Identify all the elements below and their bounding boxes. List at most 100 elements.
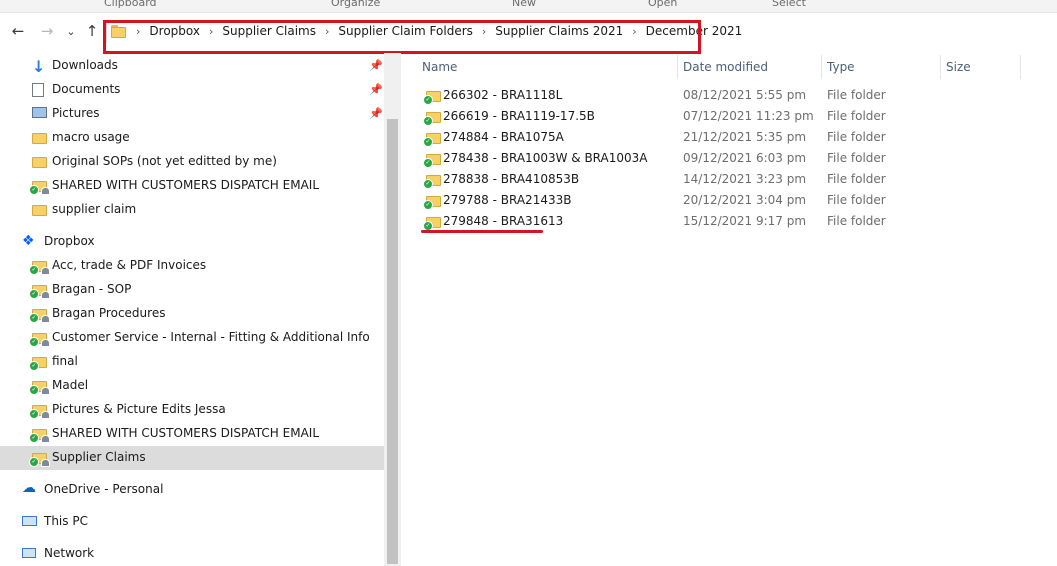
- shared-folder-icon: ✓: [29, 379, 50, 395]
- pin-icon: 📌: [369, 107, 383, 120]
- file-name: 266619 - BRA1119-17.5B: [443, 109, 595, 123]
- sidebar-item-customer-service[interactable]: ✓ Customer Service - Internal - Fitting …: [0, 326, 384, 350]
- sidebar-item-final[interactable]: ✓ final: [0, 350, 384, 374]
- chevron-down-icon: ⌄: [66, 24, 76, 38]
- recent-locations-button[interactable]: ⌄: [62, 22, 80, 40]
- table-row[interactable]: ✓ 279788 - BRA21433B 20/12/2021 3:04 pm …: [422, 190, 1042, 211]
- ribbon-open[interactable]: Open: [648, 0, 677, 9]
- file-date: 07/12/2021 11:23 pm: [683, 109, 814, 123]
- download-arrow-icon: ↓: [32, 57, 46, 76]
- documents-icon: [32, 83, 44, 100]
- forward-arrow-icon: →: [40, 22, 54, 40]
- sidebar-item-supplier-claim[interactable]: supplier claim: [0, 198, 384, 222]
- file-date: 14/12/2021 3:23 pm: [683, 172, 807, 186]
- sidebar-item-label: Downloads: [52, 58, 118, 72]
- column-divider[interactable]: [677, 55, 678, 79]
- sidebar-item-shared-dispatch-email-dropbox[interactable]: ✓ SHARED WITH CUSTOMERS DISPATCH EMAIL: [0, 422, 384, 446]
- computer-icon: [22, 515, 37, 529]
- file-type: File folder: [827, 172, 886, 186]
- file-list: Name Date modified Type Size ✓ 266302 - …: [401, 53, 1057, 566]
- ribbon-select[interactable]: Select: [772, 0, 806, 9]
- ribbon-organize[interactable]: Organize: [331, 0, 380, 9]
- sidebar-item-madel[interactable]: ✓ Madel: [0, 374, 384, 398]
- column-divider[interactable]: [1020, 55, 1021, 79]
- sidebar-item-label: Supplier Claims: [52, 450, 146, 464]
- column-header-name[interactable]: Name: [422, 60, 457, 74]
- column-divider[interactable]: [821, 55, 822, 79]
- column-header-type[interactable]: Type: [827, 60, 855, 74]
- synced-folder-icon: ✓: [423, 215, 442, 231]
- sidebar-item-pictures[interactable]: Pictures 📌: [0, 102, 384, 126]
- sidebar-item-pictures-edits-jessa[interactable]: ✓ Pictures & Picture Edits Jessa: [0, 398, 384, 422]
- synced-folder-icon: ✓: [423, 173, 442, 189]
- sidebar-item-onedrive[interactable]: ☁ OneDrive - Personal: [0, 478, 384, 502]
- sidebar-item-label: SHARED WITH CUSTOMERS DISPATCH EMAIL: [52, 178, 320, 192]
- underline-annotation: [421, 230, 543, 233]
- sidebar-item-bragan-procedures[interactable]: ✓ Bragan Procedures: [0, 302, 384, 326]
- sidebar-item-label: Customer Service - Internal - Fitting & …: [52, 330, 370, 344]
- table-row[interactable]: ✓ 274884 - BRA1075A 21/12/2021 5:35 pm F…: [422, 127, 1042, 148]
- sidebar-item-label: Pictures & Picture Edits Jessa: [52, 402, 226, 416]
- shared-folder-icon: ✓: [29, 451, 50, 467]
- shared-folder-icon: ✓: [29, 307, 50, 323]
- synced-folder-icon: ✓: [423, 194, 442, 210]
- synced-folder-icon: ✓: [423, 110, 442, 126]
- file-name: 278438 - BRA1003W & BRA1003A: [443, 151, 648, 165]
- sidebar-item-label: Original SOPs (not yet editted by me): [52, 154, 277, 168]
- pin-icon: 📌: [369, 83, 383, 96]
- column-divider[interactable]: [940, 55, 941, 79]
- sidebar-item-downloads[interactable]: ↓ Downloads 📌: [0, 54, 384, 78]
- pin-icon: 📌: [369, 59, 383, 72]
- sidebar-item-label: Network: [44, 546, 95, 560]
- folder-icon: [32, 203, 48, 216]
- sidebar-item-this-pc[interactable]: This PC: [0, 510, 384, 534]
- back-button[interactable]: ←: [9, 22, 27, 40]
- synced-folder-icon: ✓: [423, 152, 442, 168]
- sidebar-item-label: Dropbox: [44, 234, 95, 248]
- sidebar-item-label: SHARED WITH CUSTOMERS DISPATCH EMAIL: [52, 426, 320, 440]
- sidebar-scrollbar[interactable]: [384, 53, 401, 566]
- table-row[interactable]: ✓ 279848 - BRA31613 15/12/2021 9:17 pm F…: [422, 211, 1042, 232]
- ribbon-strip: Clipboard Organize New Open Select: [0, 0, 1057, 13]
- sidebar-item-network[interactable]: Network: [0, 542, 384, 566]
- ribbon-new[interactable]: New: [512, 0, 536, 9]
- file-name: 279788 - BRA21433B: [443, 193, 572, 207]
- sidebar-item-acc-trade-pdf[interactable]: ✓ Acc, trade & PDF Invoices: [0, 254, 384, 278]
- file-name: 279848 - BRA31613: [443, 214, 564, 228]
- folder-icon: [32, 131, 48, 144]
- sidebar-item-label: Bragan - SOP: [52, 282, 132, 296]
- column-header-size[interactable]: Size: [946, 60, 971, 74]
- sidebar-item-label: final: [52, 354, 78, 368]
- dropbox-icon: ❖: [22, 233, 35, 249]
- sidebar-item-dropbox[interactable]: ❖ Dropbox: [0, 230, 384, 254]
- cloud-icon: ☁: [22, 480, 36, 496]
- file-name: 266302 - BRA1118L: [443, 88, 563, 102]
- file-type: File folder: [827, 151, 886, 165]
- synced-folder-icon: ✓: [423, 131, 442, 147]
- sidebar-item-macro-usage[interactable]: macro usage: [0, 126, 384, 150]
- up-button[interactable]: ↑: [83, 22, 101, 40]
- file-date: 09/12/2021 6:03 pm: [683, 151, 807, 165]
- ribbon-clipboard[interactable]: Clipboard: [104, 0, 157, 9]
- file-type: File folder: [827, 193, 886, 207]
- file-date: 21/12/2021 5:35 pm: [683, 130, 807, 144]
- sidebar-item-original-sops[interactable]: Original SOPs (not yet editted by me): [0, 150, 384, 174]
- file-type: File folder: [827, 130, 886, 144]
- scrollbar-thumb[interactable]: [387, 119, 398, 564]
- table-row[interactable]: ✓ 266302 - BRA1118L 08/12/2021 5:55 pm F…: [422, 85, 1042, 106]
- sidebar-item-documents[interactable]: Documents 📌: [0, 78, 384, 102]
- sidebar-item-supplier-claims[interactable]: ✓ Supplier Claims: [0, 446, 384, 470]
- file-date: 20/12/2021 3:04 pm: [683, 193, 807, 207]
- shared-folder-icon: ✓: [29, 427, 50, 443]
- pictures-icon: [32, 107, 47, 121]
- sidebar-item-label: Acc, trade & PDF Invoices: [52, 258, 207, 272]
- forward-button[interactable]: →: [38, 22, 56, 40]
- table-row[interactable]: ✓ 278838 - BRA410853B 14/12/2021 3:23 pm…: [422, 169, 1042, 190]
- file-name: 274884 - BRA1075A: [443, 130, 564, 144]
- sidebar-item-bragan-sop[interactable]: ✓ Bragan - SOP: [0, 278, 384, 302]
- column-header-date-modified[interactable]: Date modified: [683, 60, 768, 74]
- table-row[interactable]: ✓ 278438 - BRA1003W & BRA1003A 09/12/202…: [422, 148, 1042, 169]
- shared-folder-icon: ✓: [29, 259, 50, 275]
- table-row[interactable]: ✓ 266619 - BRA1119-17.5B 07/12/2021 11:2…: [422, 106, 1042, 127]
- sidebar-item-shared-dispatch-email[interactable]: ✓ SHARED WITH CUSTOMERS DISPATCH EMAIL: [0, 174, 384, 198]
